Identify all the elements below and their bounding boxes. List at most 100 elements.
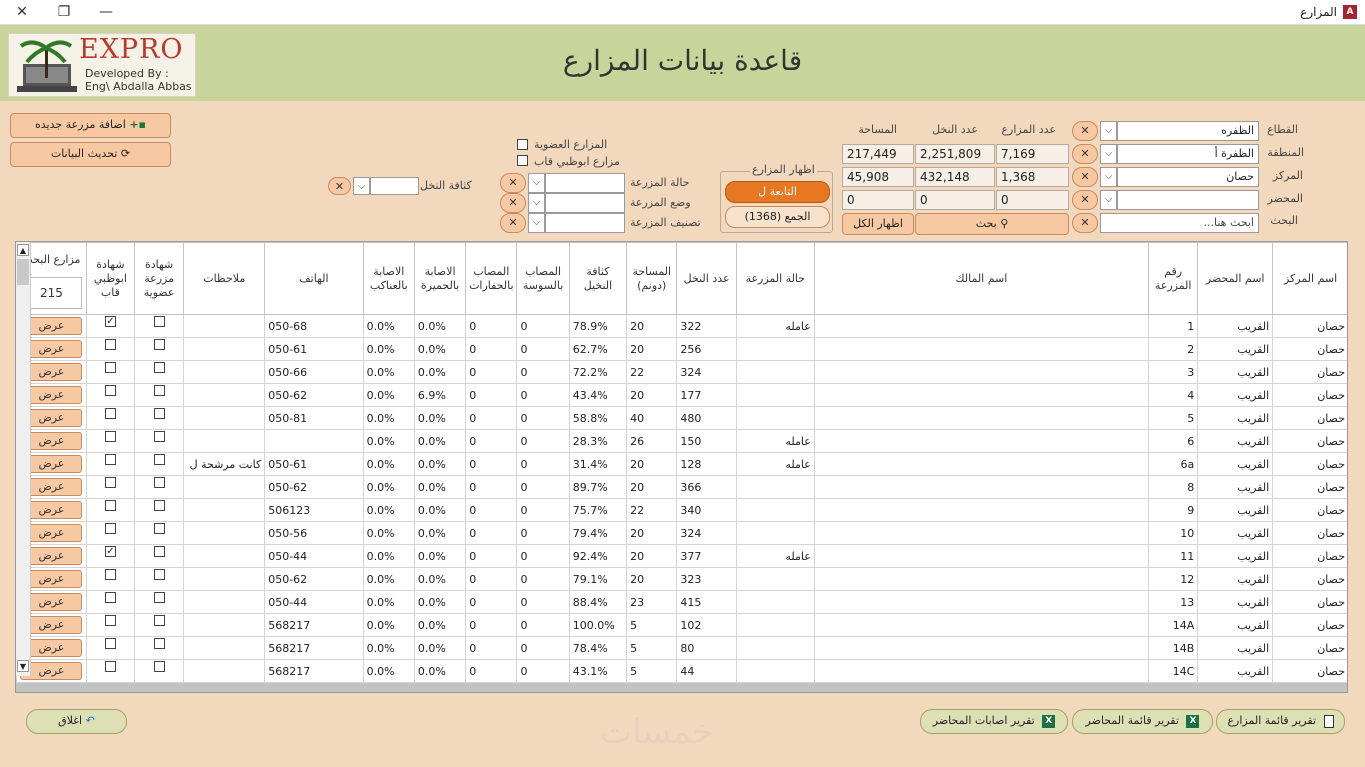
cell-sosa[interactable]: 0 <box>516 406 570 430</box>
cell-notes[interactable] <box>183 314 266 338</box>
cell-phone[interactable]: 506123 <box>264 498 364 522</box>
palm-density-clear-button[interactable]: ✕ <box>328 177 351 195</box>
table-row[interactable]: حصان القريب 12 323 20 79.1% 0 0 0.0% 0.0% 050-62 عر… <box>16 567 1347 591</box>
cell-owner[interactable] <box>813 567 1150 591</box>
cell-anakib[interactable]: 0.0% <box>362 613 415 637</box>
cell-mahdar[interactable]: القريب <box>1197 567 1274 591</box>
cell-center[interactable]: حصان <box>1272 475 1347 499</box>
table-row[interactable]: حصان القريب 10 324 20 79.4% 0 0 0.0% 0.0% 050-56 عر… <box>16 521 1347 545</box>
cell-farm-no[interactable]: 14B <box>1148 636 1199 660</box>
report-infections-button[interactable]: تقرير اصابات المحاضر X <box>920 709 1068 734</box>
cell-anakib[interactable]: 0.0% <box>362 383 415 407</box>
cell-center[interactable]: حصان <box>1272 452 1347 476</box>
table-row[interactable]: حصان القريب 4 177 20 43.4% 0 0 6.9% 0.0% 050-62 عرض <box>16 383 1347 407</box>
show-all-button[interactable]: اظهار الكل <box>842 213 914 235</box>
table-row[interactable]: حصان القريب 14C 44 5 43.1% 0 0 0.0% 0.0% 568217 عرض <box>16 659 1347 683</box>
cell-density[interactable]: 58.8% <box>568 406 628 430</box>
table-row[interactable]: حصان القريب 11 عامله 377 20 92.4% 0 0 0.0% 0.0% 050… <box>16 544 1347 568</box>
center-dropdown[interactable]: ⌵ <box>1100 167 1117 187</box>
cell-mahdar[interactable]: القريب <box>1197 429 1274 453</box>
cell-density[interactable]: 28.3% <box>568 429 628 453</box>
cell-anakib[interactable]: 0.0% <box>362 521 415 545</box>
table-row[interactable]: حصان القريب 8 366 20 89.7% 0 0 0.0% 0.0% 050-62 عرض <box>16 475 1347 499</box>
refresh-data-button[interactable]: تحديث البيانات ⟳ <box>10 142 171 167</box>
cell-mahdar[interactable]: القريب <box>1197 314 1274 338</box>
cell-phone[interactable]: 050-66 <box>264 360 364 384</box>
cell-anakib[interactable]: 0.0% <box>362 567 415 591</box>
cell-mahdar[interactable]: القريب <box>1197 590 1274 614</box>
cell-state[interactable] <box>735 475 815 499</box>
cell-palms[interactable]: 322 <box>676 314 737 338</box>
cell-density[interactable]: 43.4% <box>568 383 628 407</box>
abudhabi-checkbox[interactable] <box>104 430 116 442</box>
cell-owner[interactable] <box>813 314 1150 338</box>
cell-owner[interactable] <box>813 544 1150 568</box>
cell-phone[interactable]: 568217 <box>264 613 364 637</box>
cell-owner[interactable] <box>813 498 1150 522</box>
cell-hafar[interactable]: 0 <box>465 544 518 568</box>
cell-notes[interactable] <box>183 475 266 499</box>
cell-state[interactable] <box>735 360 815 384</box>
cell-palms[interactable]: 366 <box>676 475 737 499</box>
col-mahdar[interactable]: اسم المحضر <box>1197 242 1274 315</box>
cell-phone[interactable]: 050-62 <box>264 567 364 591</box>
abudhabi-checkbox[interactable] <box>104 361 116 373</box>
cell-hafar[interactable]: 0 <box>465 360 518 384</box>
cell-phone[interactable]: 568217 <box>264 636 364 660</box>
cell-palms[interactable]: 415 <box>676 590 737 614</box>
cell-state[interactable] <box>735 567 815 591</box>
table-row[interactable]: حصان القريب 14A 102 5 100.0% 0 0 0.0% 0.0% 568217 ع… <box>16 613 1347 637</box>
cell-palms[interactable]: 324 <box>676 360 737 384</box>
col-center[interactable]: اسم المركز <box>1272 242 1347 315</box>
cell-farm-no[interactable]: 14A <box>1148 613 1199 637</box>
cell-phone[interactable]: 050-62 <box>264 383 364 407</box>
scroll-up-icon[interactable]: ▲ <box>17 244 29 256</box>
cell-density[interactable]: 92.4% <box>568 544 628 568</box>
cell-humaira[interactable]: 0.0% <box>413 544 467 568</box>
cell-area[interactable]: 20 <box>626 383 678 407</box>
organic-checkbox[interactable] <box>153 614 165 626</box>
cell-center[interactable]: حصان <box>1272 544 1347 568</box>
organic-checkbox[interactable] <box>153 545 165 557</box>
grid-scrollbar[interactable]: ▲ ▼ <box>16 242 31 676</box>
farm-state-dropdown[interactable]: ⌵ <box>528 173 545 193</box>
farm-position-input[interactable] <box>545 193 625 213</box>
cell-phone[interactable]: 050-56 <box>264 521 364 545</box>
organic-checkbox[interactable] <box>153 315 165 327</box>
abudhabi-checkbox[interactable]: ✓ <box>104 315 116 327</box>
search-input[interactable]: ابحث هنا... <box>1100 213 1259 233</box>
cell-mahdar[interactable]: القريب <box>1197 613 1274 637</box>
cell-state[interactable] <box>735 590 815 614</box>
cell-palms[interactable]: 80 <box>676 636 737 660</box>
cell-humaira[interactable]: 6.9% <box>413 383 467 407</box>
cell-mahdar[interactable]: القريب <box>1197 337 1274 361</box>
cell-sosa[interactable]: 0 <box>516 521 570 545</box>
cell-owner[interactable] <box>813 383 1150 407</box>
cell-sosa[interactable]: 0 <box>516 636 570 660</box>
show-farms-tab-active[interactable]: التابعة ل <box>725 181 830 203</box>
cell-mahdar[interactable]: القريب <box>1197 383 1274 407</box>
col-density[interactable]: كثافة النخيل <box>568 242 628 315</box>
scroll-thumb[interactable] <box>17 259 29 285</box>
cell-state[interactable] <box>735 521 815 545</box>
abudhabi-checkbox[interactable] <box>104 407 116 419</box>
cell-farm-no[interactable]: 12 <box>1148 567 1199 591</box>
palm-density-dropdown[interactable]: ⌵ <box>353 177 370 195</box>
cell-density[interactable]: 78.9% <box>568 314 628 338</box>
cell-hafar[interactable]: 0 <box>465 314 518 338</box>
cell-anakib[interactable]: 0.0% <box>362 337 415 361</box>
cell-state[interactable]: عامله <box>735 314 815 338</box>
mahdar-clear-button[interactable]: ✕ <box>1072 190 1098 210</box>
report-farms-button[interactable]: تقرير قائمة المزارع <box>1216 709 1345 734</box>
cell-area[interactable]: 20 <box>626 544 678 568</box>
col-humaira[interactable]: الاصابة بالحميرة <box>413 242 467 315</box>
cell-density[interactable]: 100.0% <box>568 613 628 637</box>
cell-anakib[interactable]: 0.0% <box>362 406 415 430</box>
farm-class-clear-button[interactable]: ✕ <box>500 213 526 233</box>
cell-center[interactable]: حصان <box>1272 314 1347 338</box>
col-palms[interactable]: عدد النخل <box>676 242 737 315</box>
col-anakib[interactable]: الاصابة بالعناكب <box>362 242 415 315</box>
cell-center[interactable]: حصان <box>1272 521 1347 545</box>
cell-phone[interactable]: 050-81 <box>264 406 364 430</box>
cell-humaira[interactable]: 0.0% <box>413 590 467 614</box>
